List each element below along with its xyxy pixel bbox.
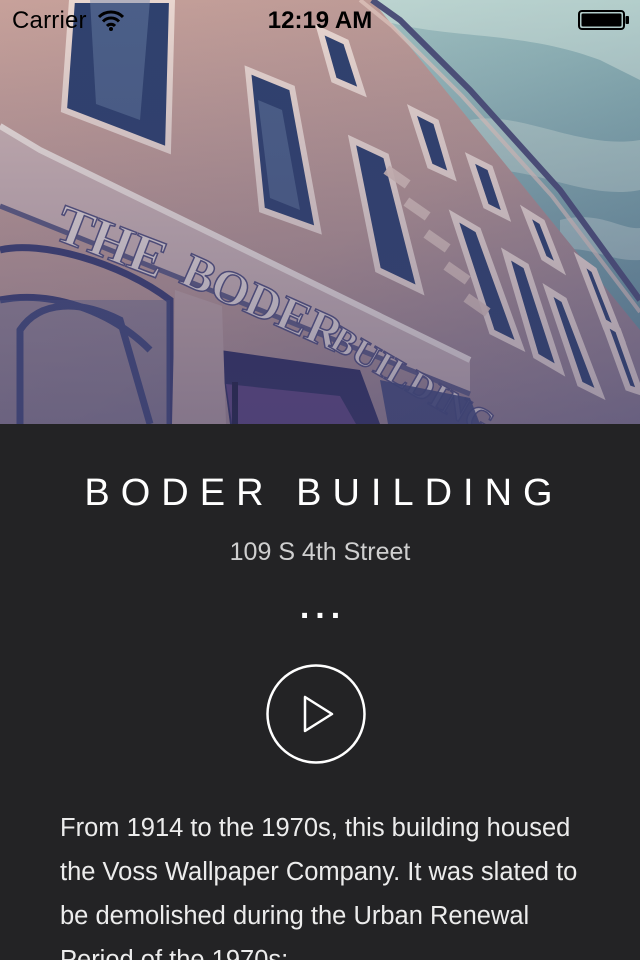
- content-panel: BODER BUILDING 109 S 4th Street ... From…: [0, 424, 640, 960]
- play-icon: [266, 664, 366, 764]
- more-ellipsis: ...: [299, 588, 347, 626]
- status-time: 12:19 AM: [267, 7, 373, 34]
- description-text: From 1914 to the 1970s, this building ho…: [60, 814, 578, 960]
- building-facade-photo: THE BODER BUILDING: [0, 0, 640, 424]
- page-title: BODER BUILDING: [84, 472, 564, 514]
- play-audio-button[interactable]: [266, 664, 366, 764]
- address-label: 109 S 4th Street: [229, 538, 411, 566]
- hero-photo: THE BODER BUILDING: [0, 0, 640, 424]
- status-bar: Carrier 12:19 AM: [0, 0, 640, 40]
- battery-icon: [578, 10, 629, 30]
- screen: THE BODER BUILDING Carrier: [0, 0, 640, 960]
